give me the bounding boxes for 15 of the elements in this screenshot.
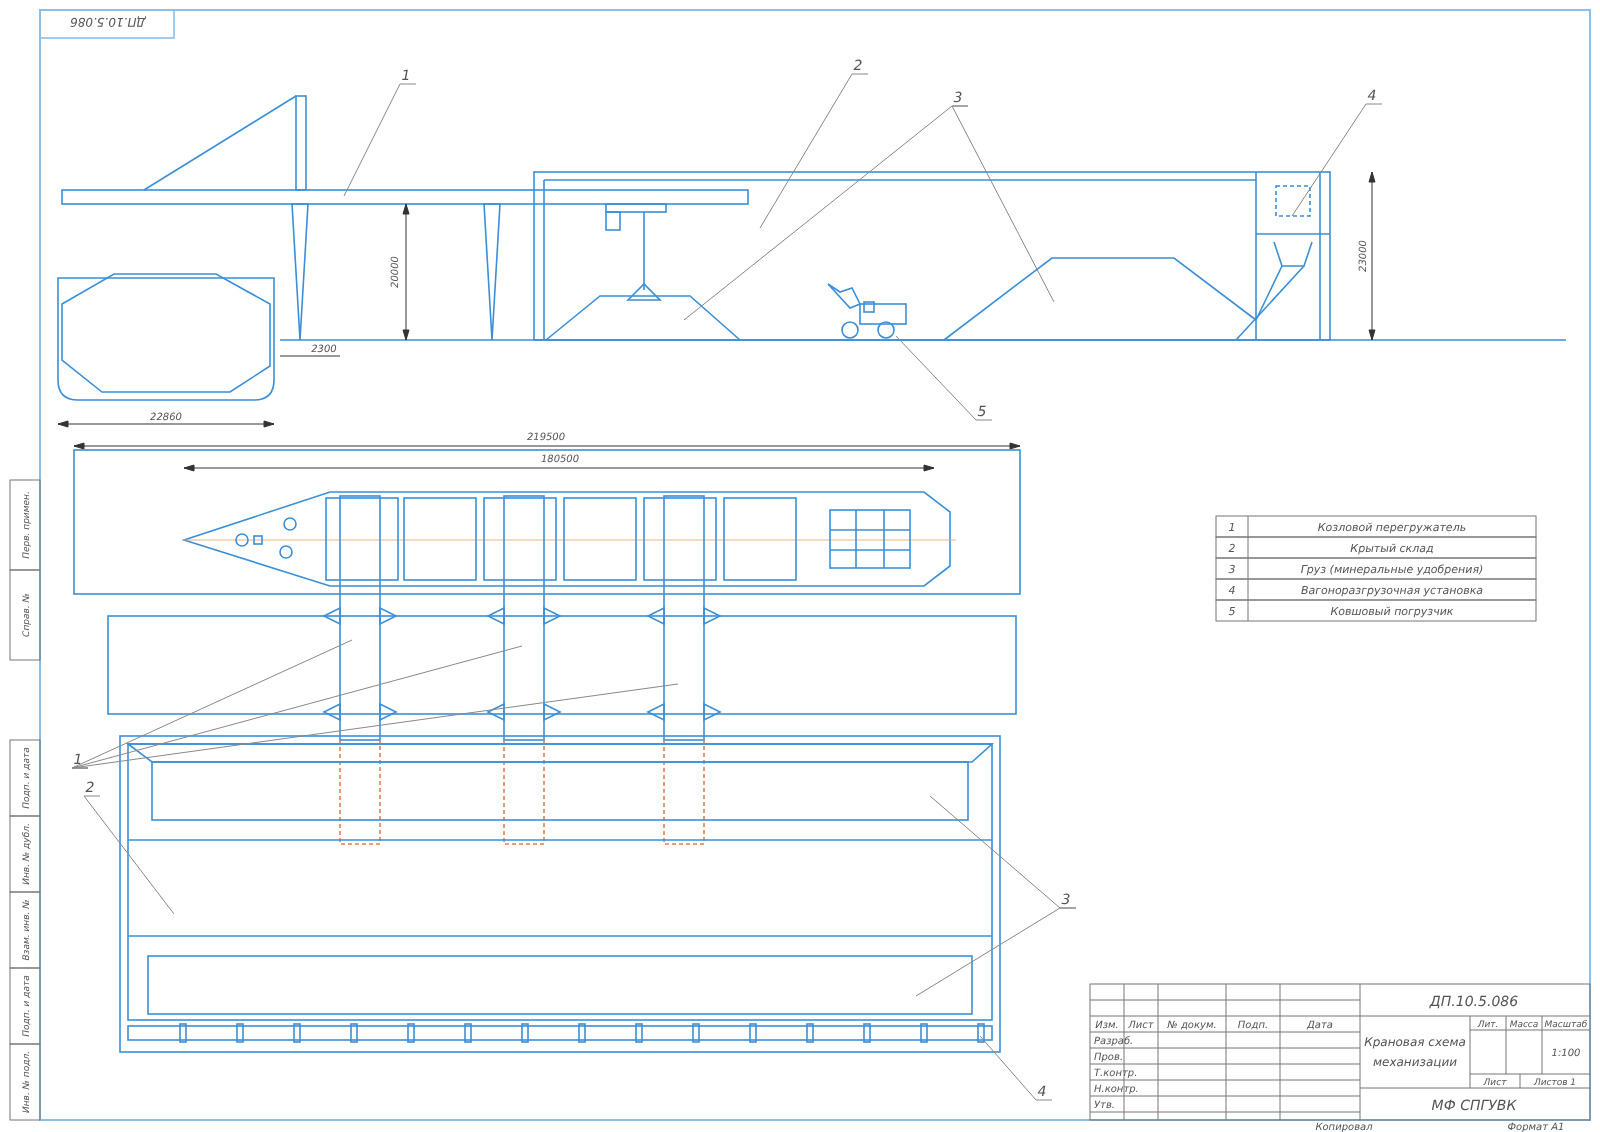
- leader-line: [83, 795, 175, 915]
- dimension-line: [402, 203, 410, 341]
- side-stamp-cell: [9, 967, 41, 1045]
- side-stamp-cell: [9, 569, 41, 661]
- leader-line: [979, 1035, 1053, 1101]
- side-stamp-cell: [9, 815, 41, 893]
- stamp-box: [39, 9, 175, 39]
- side-stamp-cell: [9, 739, 41, 817]
- leader-line: [343, 83, 417, 197]
- side-stamp-cell: [9, 1043, 41, 1121]
- side-stamp-cell: [9, 891, 41, 969]
- side-stamp-cell: [9, 479, 41, 571]
- loader-drawing: [827, 283, 907, 339]
- leader-line: [1291, 103, 1383, 217]
- leader-line: [895, 335, 993, 421]
